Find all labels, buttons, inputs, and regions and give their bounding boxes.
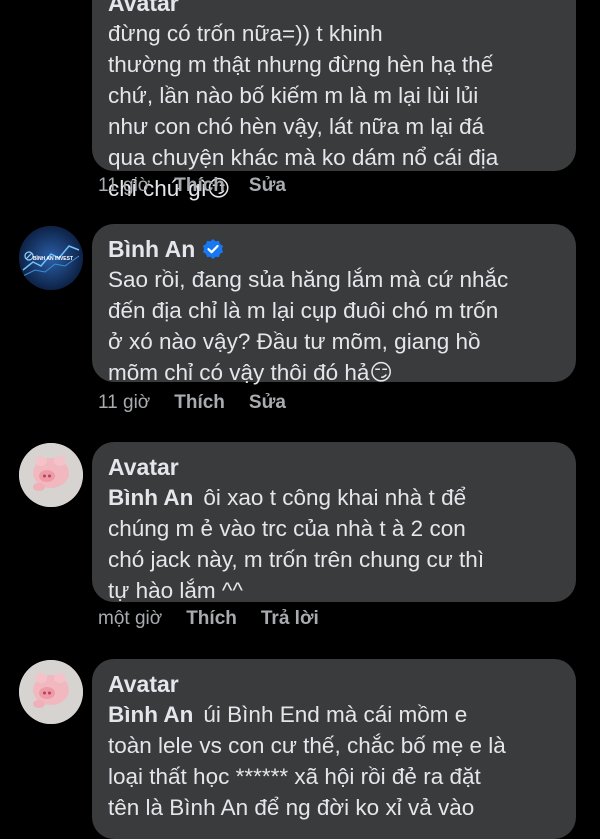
- svg-text:BÌNH AN INVEST: BÌNH AN INVEST: [33, 254, 73, 262]
- comment-actions: 11 giờ Thích Sửa: [98, 392, 286, 414]
- edit-button[interactable]: Sửa: [249, 175, 286, 197]
- comment-bubble: Avatar Bình An ôi xao t công khai nhà t đ…: [92, 442, 576, 603]
- binh-an-invest-logo-icon: BÌNH AN INVEST: [19, 226, 83, 290]
- comment-text: Bình An ôi xao t công khai nhà t để chúng…: [108, 485, 485, 603]
- comment-text: Bình An úi Bình End mà cái mồm e toàn lel…: [108, 702, 506, 820]
- comment-timestamp[interactable]: 11 giờ: [98, 175, 150, 197]
- like-button[interactable]: Thích: [186, 608, 237, 630]
- comment-actions: một giờ Thích Trả lời: [98, 608, 319, 630]
- comment-text: Sao rồi, đang sủa hăng lắm mà cứ nhắc đế…: [108, 267, 509, 385]
- mention-link[interactable]: Bình An: [108, 485, 193, 510]
- comment-bubble: Avatar đừng có trốn nữa=)) t khinh thườn…: [92, 0, 576, 201]
- mention-link[interactable]: Bình An: [108, 702, 193, 727]
- like-button[interactable]: Thích: [174, 392, 225, 414]
- comment-thread: Avatar đừng có trốn nữa=)) t khinh thườn…: [0, 0, 600, 839]
- comment-author[interactable]: Avatar: [108, 0, 560, 18]
- pig-avatar-icon: [19, 443, 83, 507]
- comment-bubble: Avatar Bình An úi Bình End mà cái mồm e t…: [92, 659, 576, 839]
- verified-badge-icon: [203, 239, 224, 259]
- comment-author[interactable]: Bình An: [108, 234, 560, 264]
- comment-timestamp[interactable]: 11 giờ: [98, 392, 150, 414]
- avatar[interactable]: [19, 660, 83, 724]
- comment-author[interactable]: Avatar: [108, 669, 560, 699]
- comment-author[interactable]: Avatar: [108, 452, 560, 482]
- comment-actions: 11 giờ Thích Sửa: [98, 175, 286, 197]
- edit-button[interactable]: Sửa: [249, 392, 286, 414]
- comment-timestamp[interactable]: một giờ: [98, 608, 162, 630]
- avatar[interactable]: [19, 443, 83, 507]
- comment-bubble: Bình An Sao rồi, đang sủa hăng lắm mà cứ…: [92, 224, 576, 385]
- like-button[interactable]: Thích: [174, 175, 225, 197]
- pig-avatar-icon: [19, 660, 83, 724]
- avatar[interactable]: BÌNH AN INVEST: [19, 226, 83, 290]
- reply-button[interactable]: Trả lời: [261, 608, 319, 630]
